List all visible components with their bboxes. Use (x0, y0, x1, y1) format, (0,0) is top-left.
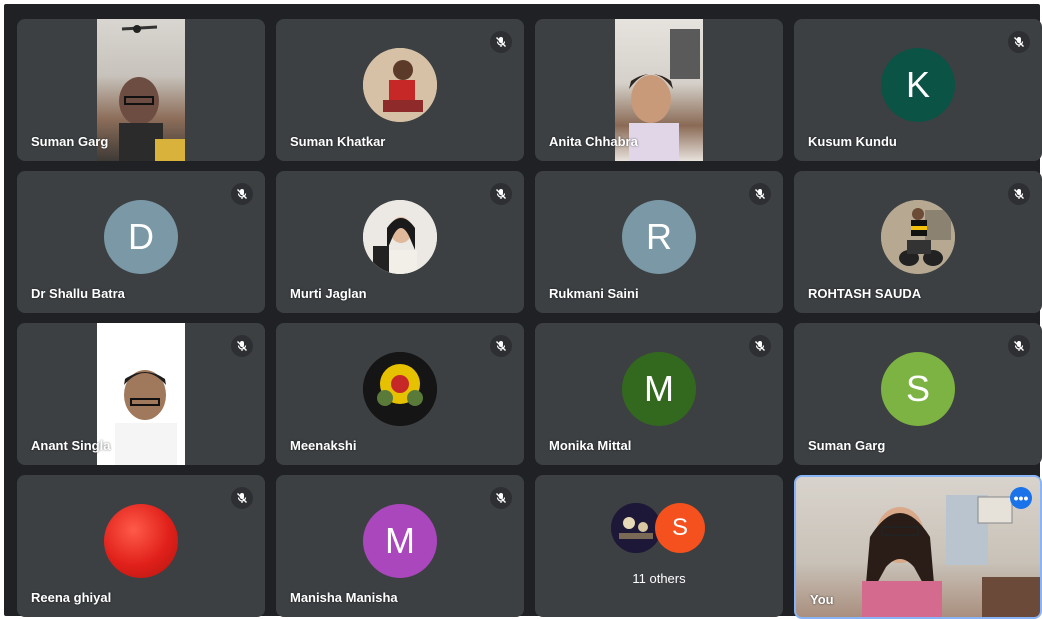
participant-tile[interactable]: K Kusum Kundu (794, 19, 1042, 161)
avatar-initial: M (644, 368, 674, 409)
participant-tile[interactable]: D Dr Shallu Batra (17, 171, 265, 313)
more-options-icon[interactable]: ••• (1010, 487, 1032, 509)
participant-tile[interactable]: ROHTASH SAUDA (794, 171, 1042, 313)
avatar-initial: S (905, 368, 930, 409)
participant-tile[interactable]: Meenakshi (276, 323, 524, 465)
avatar-initial: R (646, 216, 672, 257)
avatar: M (622, 352, 696, 426)
avatar: S (881, 352, 955, 426)
self-tile[interactable]: ••• You (794, 475, 1042, 619)
participant-name: Monika Mittal (549, 438, 632, 453)
avatar (363, 200, 437, 274)
participant-name: Anita Chhabra (549, 134, 638, 149)
participant-tile[interactable]: M Monika Mittal (535, 323, 783, 465)
others-count: 11 others (632, 571, 686, 586)
mic-off-icon (1008, 31, 1030, 53)
avatar-initial: M (385, 520, 415, 561)
avatar: R (622, 200, 696, 274)
avatar: K (881, 48, 955, 122)
mic-off-icon (749, 183, 771, 205)
participant-name: Reena ghiyal (31, 590, 112, 605)
avatar: M (363, 504, 437, 578)
mic-off-icon (490, 31, 512, 53)
participant-tile[interactable]: M Manisha Manisha (276, 475, 524, 617)
avatar (363, 48, 437, 122)
participant-tile[interactable]: Reena ghiyal (17, 475, 265, 617)
participant-name: Meenakshi (290, 438, 357, 453)
participant-name: Dr Shallu Batra (31, 286, 125, 301)
participant-name: Rukmani Saini (549, 286, 639, 301)
participant-tile[interactable]: R Rukmani Saini (535, 171, 783, 313)
self-name: You (810, 592, 834, 607)
avatar: S (655, 503, 705, 553)
participant-name: ROHTASH SAUDA (808, 286, 922, 301)
avatar (104, 504, 178, 578)
mic-off-icon (749, 335, 771, 357)
participant-name: Suman Khatkar (290, 134, 386, 149)
participant-name: Murti Jaglan (290, 286, 367, 301)
participant-tile[interactable]: Murti Jaglan (276, 171, 524, 313)
avatar (363, 352, 437, 426)
participant-name: Manisha Manisha (290, 590, 398, 605)
avatar (881, 200, 955, 274)
participant-tile[interactable]: Anita Chhabra (535, 19, 783, 161)
participant-name: Kusum Kundu (808, 134, 897, 149)
mic-off-icon (490, 487, 512, 509)
avatar (611, 503, 661, 553)
mic-off-icon (231, 487, 253, 509)
others-avatars: S (611, 503, 711, 553)
avatar-initial: K (905, 64, 930, 105)
avatar-initial: D (128, 216, 154, 257)
avatar: D (104, 200, 178, 274)
others-tile[interactable]: S 11 others (535, 475, 783, 617)
participant-name: Anant Singla (31, 438, 111, 453)
mic-off-icon (1008, 183, 1030, 205)
participant-tile[interactable]: Suman Garg (17, 19, 265, 161)
mic-off-icon (231, 335, 253, 357)
participant-tile[interactable]: Anant Singla (17, 323, 265, 465)
participant-name: Suman Garg (808, 438, 886, 453)
participant-tile[interactable]: Suman Khatkar (276, 19, 524, 161)
mic-off-icon (231, 183, 253, 205)
mic-off-icon (490, 183, 512, 205)
mic-off-icon (490, 335, 512, 357)
participant-tile[interactable]: S Suman Garg (794, 323, 1042, 465)
participant-video (97, 19, 185, 161)
meeting-grid: Suman Garg Suman Khatkar Anita Chhabra K… (4, 4, 1042, 619)
participant-name: Suman Garg (31, 134, 109, 149)
mic-off-icon (1008, 335, 1030, 357)
avatar-initial: S (671, 514, 688, 541)
